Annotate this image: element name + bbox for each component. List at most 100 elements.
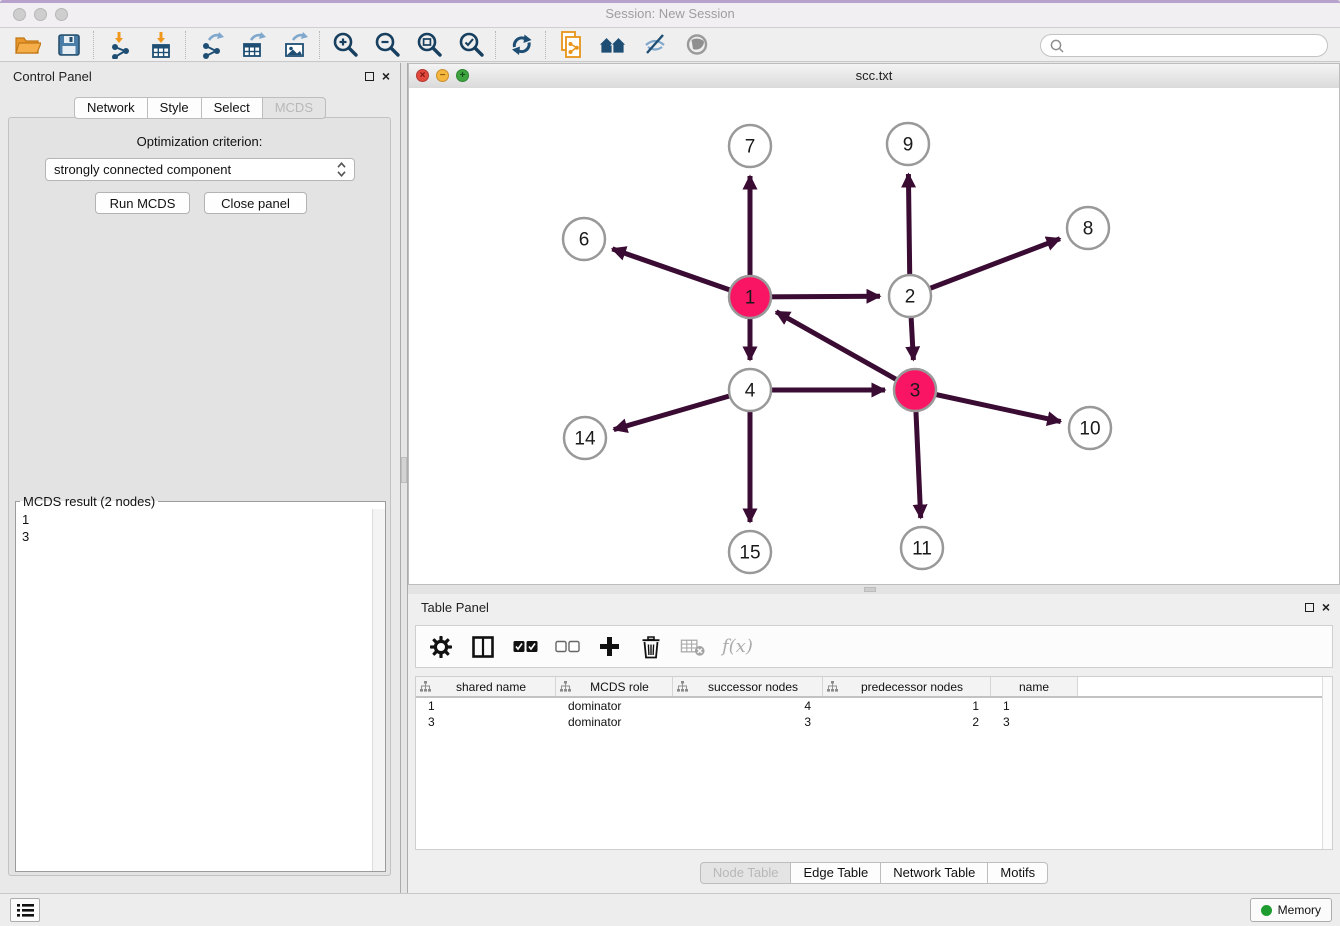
show-panel-list-button[interactable] [10,898,40,922]
window-minimize-button[interactable] [34,8,47,21]
hierarchy-icon [677,681,688,692]
edge-2-8[interactable] [910,239,1060,296]
table-cell[interactable]: 4 [673,699,823,713]
delete-column-button[interactable] [638,634,664,660]
window-close-button[interactable] [13,8,26,21]
table-cell[interactable]: dominator [556,699,673,713]
mcds-result-list[interactable]: 13 [16,509,373,871]
search-box[interactable] [1040,34,1328,57]
table-scrollbar[interactable] [1322,677,1332,849]
table-row[interactable]: 3dominator323 [416,714,1332,730]
hide-selected-button[interactable] [634,30,676,60]
control-panel-title: Control Panel [13,69,92,84]
homes-icon [597,33,629,57]
memory-button[interactable]: Memory [1250,898,1332,922]
tab-edge-table[interactable]: Edge Table [791,862,881,884]
tab-network-table[interactable]: Network Table [881,862,988,884]
table-cell[interactable]: 3 [416,715,556,729]
import-table-button[interactable] [140,30,182,60]
import-network-button[interactable] [98,30,140,60]
export-network-button[interactable] [190,30,232,60]
close-panel-button[interactable]: Close panel [204,192,307,214]
edge-3-10[interactable] [915,390,1061,422]
splitter-grip[interactable] [401,457,407,483]
zoom-out-button[interactable] [366,30,408,60]
column-header-name[interactable]: name [991,677,1078,696]
table-cell[interactable]: dominator [556,715,673,729]
run-mcds-button[interactable]: Run MCDS [95,192,190,214]
column-header-predecessor-nodes[interactable]: predecessor nodes [823,677,991,696]
node-label-3: 3 [910,381,921,402]
zoom-fit-button[interactable] [408,30,450,60]
table-cell[interactable]: 3 [991,715,1078,729]
splitter-grip[interactable] [864,587,876,592]
close-panel-icon[interactable]: × [382,71,390,82]
table-row[interactable]: 1dominator411 [416,698,1332,714]
window-zoom-button[interactable] [55,8,68,21]
titlebar-accent [0,0,1340,3]
node-label-2: 2 [905,287,916,308]
eye-icon [683,31,711,58]
table-cell[interactable]: 1 [823,699,991,713]
network-close-button[interactable]: × [416,69,429,82]
create-column-button[interactable] [596,634,622,660]
export-image-button[interactable] [274,30,316,60]
show-column-button[interactable] [470,634,496,660]
clone-network-button[interactable] [550,30,592,60]
network-graph[interactable]: 1234678910111415 [409,88,1339,584]
status-bar: Memory [0,893,1340,926]
vertical-splitter[interactable] [400,63,408,893]
export-table-button[interactable] [232,30,274,60]
horizontal-splitter[interactable] [408,585,1340,594]
zoom-selected-button[interactable] [450,30,492,60]
zoom-out-icon [374,31,401,58]
tab-node-table[interactable]: Node Table [700,862,792,884]
select-all-button[interactable] [512,634,538,660]
column-header-shared-name[interactable]: shared name [416,677,556,696]
float-panel-icon[interactable] [365,72,374,81]
table-settings-button[interactable] [428,634,454,660]
table-cell[interactable]: 1 [416,699,556,713]
export-table-icon [239,31,267,59]
edge-3-1[interactable] [776,312,915,390]
tab-network[interactable]: Network [74,97,148,119]
node-label-7: 7 [745,137,756,158]
network-window-titlebar: × − + scc.txt [409,64,1339,89]
table-cell[interactable]: 2 [823,715,991,729]
table-panel-title: Table Panel [421,600,489,615]
node-label-1: 1 [745,288,756,309]
zoom-in-button[interactable] [324,30,366,60]
table-cell[interactable]: 1 [991,699,1078,713]
close-panel-icon[interactable]: × [1322,602,1330,613]
save-session-button[interactable] [48,30,90,60]
table-cell[interactable]: 3 [673,715,823,729]
tab-mcds[interactable]: MCDS [263,97,326,119]
show-all-button[interactable] [676,30,718,60]
criterion-select[interactable]: strongly connected component [45,158,355,181]
result-scrollbar[interactable] [372,509,385,871]
node-label-8: 8 [1083,219,1094,240]
titlebar: Session: New Session [0,0,1340,28]
first-neighbors-button[interactable] [592,30,634,60]
column-header-successor-nodes[interactable]: successor nodes [673,677,823,696]
mcds-result-box: MCDS result (2 nodes) 13 [15,494,386,872]
columns-icon [471,635,495,659]
network-minimize-button[interactable]: − [436,69,449,82]
main-toolbar [0,28,1340,62]
zoom-in-icon [332,31,359,58]
tab-motifs[interactable]: Motifs [988,862,1048,884]
search-input[interactable] [1069,36,1327,56]
refresh-layout-button[interactable] [500,30,542,60]
tab-style[interactable]: Style [148,97,202,119]
network-zoom-button[interactable]: + [456,69,469,82]
network-canvas[interactable]: 1234678910111415 [409,88,1339,584]
toolbar-separator [93,31,95,59]
open-folder-icon [13,32,41,58]
tab-select[interactable]: Select [202,97,263,119]
node-label-9: 9 [903,135,914,156]
node-label-4: 4 [745,381,756,402]
deselect-all-button[interactable] [554,634,580,660]
float-panel-icon[interactable] [1305,603,1314,612]
open-session-button[interactable] [6,30,48,60]
column-header-mcds-role[interactable]: MCDS role [556,677,673,696]
